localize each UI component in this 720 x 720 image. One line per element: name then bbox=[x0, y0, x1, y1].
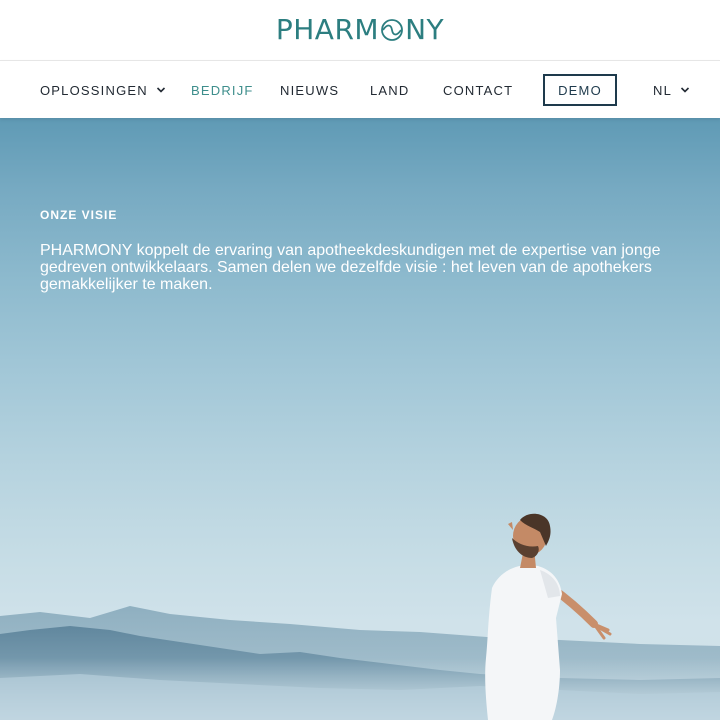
language-selector[interactable]: NL bbox=[653, 61, 690, 119]
nav-item-bedrijf[interactable]: BEDRIJF bbox=[191, 61, 254, 119]
language-label: NL bbox=[653, 82, 673, 98]
nav-item-land[interactable]: LAND bbox=[370, 61, 409, 119]
hero-section: ONZE VISIE PHARMONY koppelt de ervaring … bbox=[0, 118, 720, 720]
logo-bar: PHARM NY bbox=[0, 0, 720, 60]
logo-text-end: NY bbox=[405, 13, 445, 46]
logo-mark-icon bbox=[381, 19, 403, 41]
chevron-down-icon bbox=[680, 87, 690, 93]
main-navigation: OPLOSSINGEN BEDRIJF NIEUWS LAND CONTACT … bbox=[0, 60, 720, 118]
nav-item-label: LAND bbox=[370, 82, 410, 98]
nav-item-nieuws[interactable]: NIEUWS bbox=[280, 61, 339, 119]
pharmony-logo[interactable]: PHARM NY bbox=[276, 16, 444, 44]
nav-item-label: NIEUWS bbox=[280, 82, 340, 98]
page: PHARM NY OPLOSSINGEN BEDRIJF NIEUWS LAND… bbox=[0, 0, 720, 720]
nav-item-oplossingen[interactable]: OPLOSSINGEN bbox=[40, 61, 166, 119]
vision-eyebrow: ONZE VISIE bbox=[40, 208, 118, 222]
nav-item-label: BEDRIJF bbox=[191, 82, 254, 98]
vision-statement: PHARMONY koppelt de ervaring van apothee… bbox=[40, 242, 661, 293]
nav-item-label: CONTACT bbox=[443, 82, 514, 98]
nav-item-label: OPLOSSINGEN bbox=[40, 82, 148, 98]
nav-item-contact[interactable]: CONTACT bbox=[443, 61, 513, 119]
chevron-down-icon bbox=[156, 87, 165, 93]
logo-text-start: PHARM bbox=[275, 13, 380, 46]
demo-button[interactable]: DEMO bbox=[543, 74, 617, 106]
